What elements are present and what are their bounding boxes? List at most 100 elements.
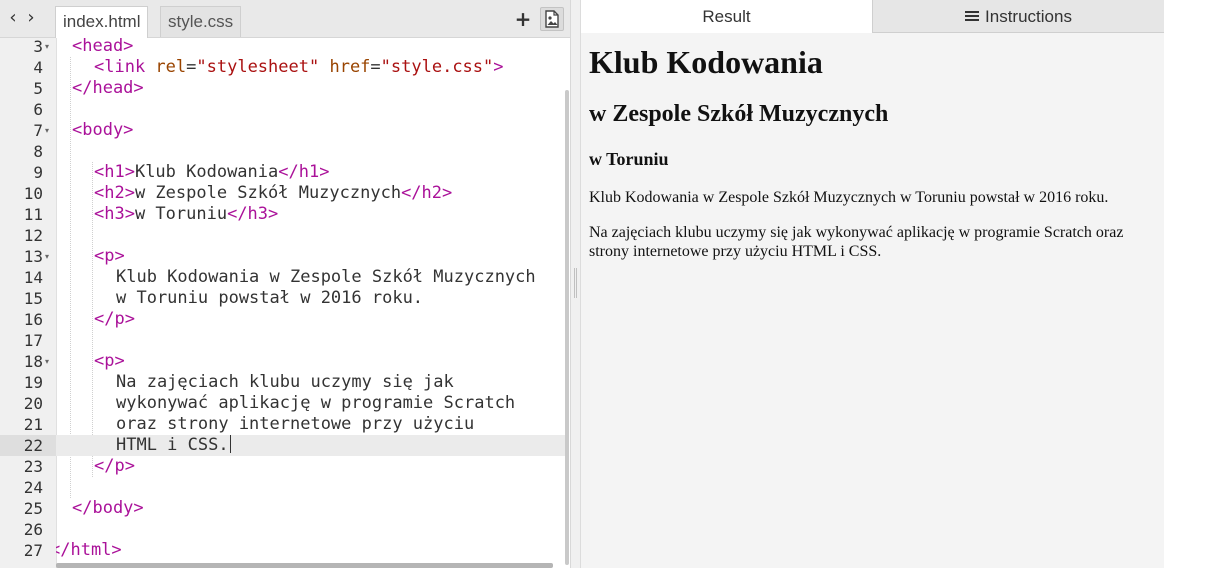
code-token: Na zajęciach klubu uczymy się jak [116, 372, 454, 392]
code-token: w Zespole Szkół Muzycznych [134, 183, 402, 203]
vertical-scrollbar[interactable] [565, 90, 569, 565]
code-token: HTML i CSS. [116, 435, 229, 455]
code-line: <h3>w Toruniu</h3> [94, 204, 278, 225]
line-number: 6 [33, 100, 43, 119]
line-number: 9 [33, 163, 43, 182]
chevron-left-icon[interactable]: ‹ [4, 6, 22, 30]
code-token: </p> [94, 309, 135, 329]
code-token: <h3> [94, 204, 135, 224]
code-token: href [329, 57, 371, 77]
code-token: </p> [94, 456, 135, 476]
line-number: 27 [23, 541, 43, 560]
code-token: w Toruniu [134, 204, 228, 224]
preview-heading-2: w Zespole Szkół Muzycznych [589, 101, 889, 127]
line-number: 14 [23, 268, 43, 287]
fold-arrow-icon[interactable]: ▾ [45, 351, 49, 372]
code-token: "stylesheet" [196, 57, 320, 77]
code-token: </html> [56, 540, 122, 560]
plus-icon[interactable]: + [511, 7, 535, 31]
code-token: <h2> [94, 183, 135, 203]
editor-tab-bar: ‹ › index.html style.css + [0, 0, 570, 38]
line-number: 10 [23, 184, 43, 203]
code-area[interactable]: <head> <link rel="stylesheet" href="style… [56, 38, 566, 568]
code-token: <p> [94, 246, 125, 266]
code-line: HTML i CSS. [116, 435, 231, 456]
fold-arrow-icon[interactable]: ▾ [45, 246, 49, 267]
code-line: </body> [72, 498, 144, 519]
code-line: <head> [72, 38, 133, 57]
line-number: 4 [33, 58, 43, 77]
code-token: </h3> [227, 204, 279, 224]
code-token: <head> [72, 38, 134, 56]
horizontal-scrollbar[interactable] [56, 563, 553, 568]
code-line: Klub Kodowania w Zespole Szkół Muzycznyc… [116, 267, 536, 288]
code-token: Klub Kodowania w Zespole Szkół Muzycznyc… [116, 267, 536, 287]
chevron-right-icon[interactable]: › [22, 6, 40, 30]
code-token: oraz strony internetowe przy użyciu [116, 414, 475, 434]
line-number: 5 [33, 79, 43, 98]
code-editor-pane: ‹ › index.html style.css + 3 ▾ 4 5 6 7 ▾ 8 9 10 11… [0, 0, 571, 568]
code-line: </html> [56, 540, 122, 561]
line-number-gutter: 3 ▾ 4 5 6 7 ▾ 8 9 10 11 12 13 ▾ 14 15 16 17 18 ▾ 19 20 21 22 23 2… [0, 36, 57, 568]
line-number: 13 [23, 247, 43, 266]
code-line: <p> [94, 246, 125, 267]
code-token: <body> [72, 120, 134, 140]
text-cursor [229, 435, 231, 453]
code-line: w Toruniu powstał w 2016 roku. [116, 288, 423, 309]
preview-paragraph-2: Na zajęciach klubu uczymy się jak wykony… [589, 224, 1124, 260]
list-icon [965, 11, 980, 22]
code-token: = [370, 57, 381, 77]
preview-pane: Result Instructions Klub Kodowania w Zes… [581, 0, 1164, 568]
code-token: </body> [72, 498, 144, 518]
code-token: <h1> [94, 162, 135, 182]
code-token: <link [94, 57, 156, 77]
code-token: <p> [94, 351, 125, 371]
code-token: = [186, 57, 197, 77]
fold-arrow-icon[interactable]: ▾ [45, 120, 49, 141]
tab-index-html[interactable]: index.html [55, 6, 149, 38]
code-line: wykonywać aplikację w programie Scratch [116, 393, 515, 414]
splitter-grip-icon [574, 268, 577, 298]
tab-instructions[interactable]: Instructions [872, 0, 1164, 33]
tab-style-css[interactable]: style.css [160, 6, 242, 37]
code-token: Klub Kodowania [134, 162, 279, 182]
code-token: </h1> [278, 162, 330, 182]
pane-splitter[interactable] [571, 0, 581, 568]
line-number: 15 [23, 289, 43, 308]
image-icon[interactable] [540, 7, 564, 31]
line-number: 17 [23, 331, 43, 350]
code-line: <link rel="stylesheet" href="style.css"> [94, 57, 504, 78]
code-token: wykonywać aplikację w programie Scratch [116, 393, 516, 413]
line-number: 19 [23, 373, 43, 392]
code-line: </p> [94, 456, 135, 477]
preview-heading-1: Klub Kodowania [589, 44, 823, 80]
preview-heading-3: w Toruniu [589, 149, 669, 169]
fold-arrow-icon[interactable]: ▾ [45, 36, 49, 57]
line-number: 11 [23, 205, 43, 224]
rendered-page: Klub Kodowania w Zespole Szkół Muzycznyc… [589, 34, 1149, 261]
code-token: > [493, 57, 504, 77]
code-token: w Toruniu powstał w 2016 roku. [116, 288, 424, 308]
line-number: 26 [23, 520, 43, 539]
code-token: rel [155, 57, 187, 77]
code-line: <h1>Klub Kodowania</h1> [94, 162, 329, 183]
code-token: "style.css" [380, 57, 494, 77]
line-number: 7 [33, 121, 43, 140]
code-line: <h2>w Zespole Szkół Muzycznych</h2> [94, 183, 452, 204]
line-number: 18 [23, 352, 43, 371]
line-number: 24 [23, 478, 43, 497]
code-token: </h2> [401, 183, 453, 203]
line-number: 22 [23, 436, 43, 455]
code-line: Na zajęciach klubu uczymy się jak [116, 372, 454, 393]
tab-result-label: Result [702, 7, 751, 26]
line-number: 16 [23, 310, 43, 329]
line-number: 25 [23, 499, 43, 518]
code-line: <p> [94, 351, 125, 372]
line-number: 8 [33, 142, 43, 161]
preview-tab-bar: Result Instructions [581, 0, 1164, 34]
tab-result[interactable]: Result [581, 0, 872, 33]
indent-guide [92, 162, 93, 477]
line-number: 23 [23, 457, 43, 476]
preview-paragraph-1: Klub Kodowania w Zespole Szkół Muzycznyc… [589, 189, 1109, 206]
